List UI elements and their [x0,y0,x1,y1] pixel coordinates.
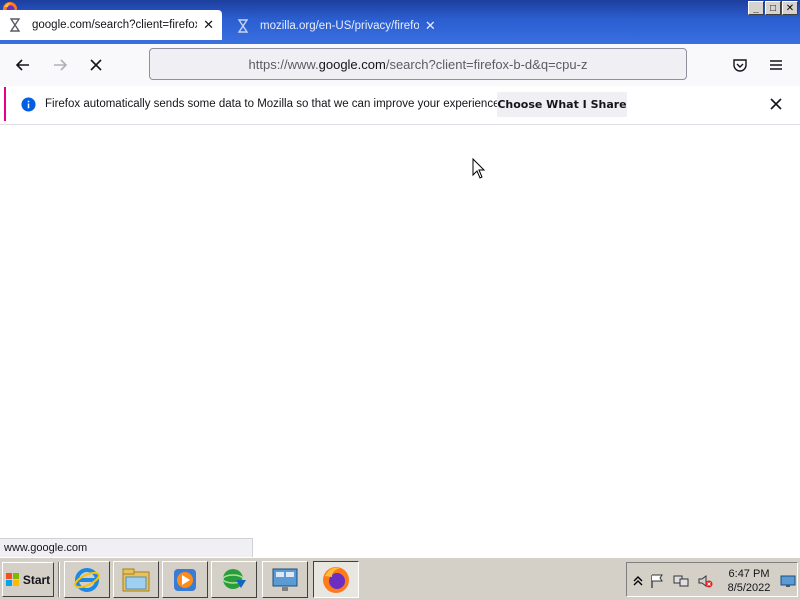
taskbar-media-player[interactable] [162,561,208,598]
file-explorer-icon [122,568,150,591]
address-bar[interactable]: https://www. google.com/search?client=fir… [149,48,687,80]
notification-text: Firefox automatically sends some data to… [45,98,503,110]
tab-google-search[interactable]: google.com/search?client=firefox-b-d&q=c… [0,10,222,40]
url-path: /search?client=firefox-b-d&q=cpu-z [385,56,588,72]
app-menu-button[interactable] [764,53,788,77]
back-arrow-icon [15,59,29,71]
url-prefix: https://www. [248,56,319,72]
info-icon [21,96,36,112]
forward-button[interactable] [48,53,72,77]
taskbar-file-explorer[interactable] [113,561,159,598]
system-tray: 6:47 PM 8/5/2022 [626,562,798,597]
system-clock[interactable]: 6:47 PM 8/5/2022 [717,567,781,595]
clock-time: 6:47 PM [728,568,770,580]
show-desktop-icon[interactable] [780,573,796,589]
pocket-button[interactable] [728,53,752,77]
stop-loading-button[interactable] [84,53,108,77]
tab-mozilla-privacy[interactable]: mozilla.org/en-US/privacy/firefox/ ✕ [228,12,444,40]
navigation-toolbar: https://www. google.com/search?client=fir… [0,44,800,86]
taskbar-firefox[interactable] [313,561,359,598]
tab-close-icon[interactable]: ✕ [203,17,214,33]
taskbar-download-manager[interactable] [211,561,257,598]
start-label: Start [22,572,51,587]
stop-loading-icon [90,59,102,71]
status-link-preview: www.google.com [0,538,253,557]
mouse-cursor-icon [472,158,486,179]
download-manager-icon [222,568,246,589]
window-controls: _ □ ✕ [748,1,798,15]
tab-strip: google.com/search?client=firefox-b-d&q=c… [0,0,800,44]
close-window-button[interactable]: ✕ [782,1,798,15]
maximize-button[interactable]: □ [765,1,781,15]
taskbar-separator [58,562,60,597]
tab-title: mozilla.org/en-US/privacy/firefox/ [260,20,419,32]
taskbar: Start 6:47 PM 8/5/2022 [0,557,800,600]
forward-arrow-icon [54,59,68,71]
show-hidden-icons-icon[interactable] [630,573,646,589]
media-player-icon [174,568,196,591]
choose-what-i-share-button[interactable]: Choose What I Share [497,92,627,117]
menu-icon [770,60,782,70]
back-button[interactable] [11,53,35,77]
remote-desktop-icon [272,568,298,591]
pocket-icon [733,59,747,72]
action-center-flag-icon[interactable] [649,573,665,589]
url-host: google.com [318,56,386,72]
screen: google.com/search?client=firefox-b-d&q=c… [0,0,800,600]
start-button[interactable]: Start [2,562,54,597]
data-collection-notification: Firefox automatically sends some data to… [4,87,796,121]
tab-close-icon[interactable]: ✕ [425,18,436,34]
clock-date: 8/5/2022 [727,582,771,594]
minimize-button[interactable]: _ [748,1,764,15]
loading-hourglass-icon [237,19,249,33]
taskbar-internet-explorer[interactable] [64,561,110,598]
windows-logo-icon [5,572,19,586]
loading-hourglass-icon [9,18,21,32]
network-icon[interactable] [673,573,689,589]
close-icon[interactable] [768,96,784,112]
internet-explorer-icon [74,567,100,592]
firefox-icon [323,566,349,593]
tab-title: google.com/search?client=firefox-b-d&q=c… [32,19,197,31]
taskbar-remote-desktop[interactable] [262,561,308,598]
page-content[interactable] [0,125,800,557]
volume-muted-icon[interactable] [697,573,713,589]
